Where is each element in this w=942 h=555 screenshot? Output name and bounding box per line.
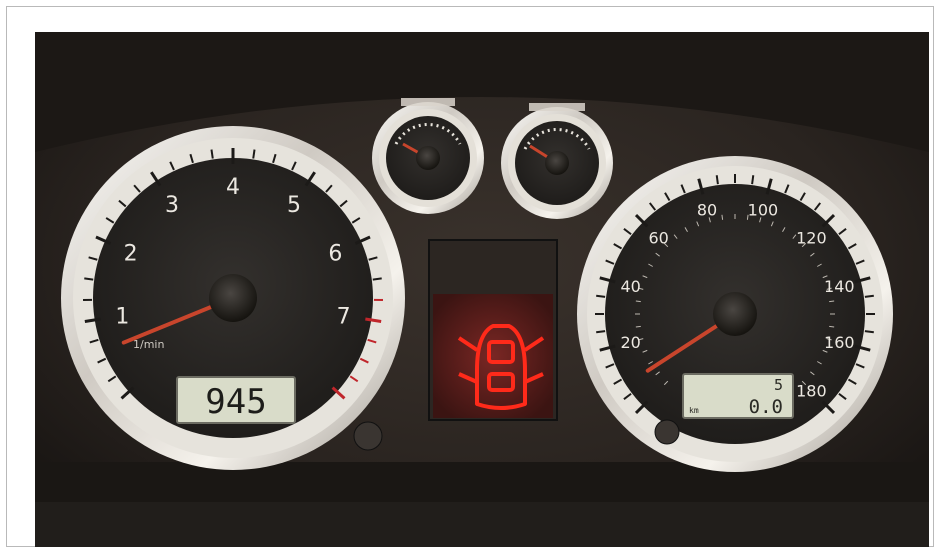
tachometer-tick [252, 149, 256, 159]
tachometer: 1 2 3 4 5 6 7 1/min 945 [61, 126, 405, 470]
tachometer-scale-label: 4 [226, 175, 240, 200]
speedometer-hub [713, 292, 757, 336]
image-frame: 1 2 3 4 5 6 7 1/min 945 20 40 60 80 100 120 14… [6, 6, 934, 547]
tachometer-scale-label: 5 [287, 193, 301, 218]
tachometer-tick [210, 149, 214, 159]
clock-adjust-knob[interactable] [654, 419, 680, 445]
speedometer-scale-label: 100 [748, 201, 779, 220]
speedometer-scale-label: 40 [621, 277, 641, 296]
tachometer-scale-label: 3 [165, 193, 179, 218]
speedometer: 20 40 60 80 100 120 140 160 180 5 0.0 km [577, 156, 893, 472]
warning-display-screen [433, 294, 553, 418]
tachometer-scale-label: 1 [115, 305, 129, 330]
tachometer-tick [372, 277, 382, 281]
speedometer-tick [596, 330, 606, 334]
tachometer-scale-label: 2 [124, 241, 138, 266]
tachometer-tick [84, 277, 94, 281]
speedometer-scale-label: 120 [796, 229, 827, 248]
tachometer-scale-label: 7 [337, 305, 351, 330]
tachometer-hub [209, 274, 257, 322]
speedometer-tick [864, 294, 874, 298]
speedometer-scale-label: 20 [621, 333, 641, 352]
odometer-top-value: 5 [774, 376, 783, 394]
speedometer-scale-label: 140 [824, 277, 855, 296]
warning-display [428, 239, 558, 421]
speedometer-scale-label: 80 [697, 201, 717, 220]
odometer-bottom-value: 0.0 [749, 396, 783, 418]
tachometer-scale-label: 6 [328, 241, 342, 266]
speedometer-scale-label: 60 [648, 229, 668, 248]
tachometer-unit-label: 1/min [133, 338, 164, 351]
speedometer-tick [715, 175, 719, 185]
trip-reset-knob[interactable] [353, 421, 383, 451]
instrument-cluster: 1 2 3 4 5 6 7 1/min 945 20406080 1001201401601… [35, 32, 929, 547]
dashboard-photo: 1 2 3 4 5 6 7 1/min 945 20 40 60 80 100 120 14… [35, 32, 929, 547]
speedometer-tick [751, 175, 755, 185]
speedometer-tick [596, 294, 606, 298]
clock-display-text: 945 [205, 382, 266, 422]
speedometer-scale-label: 180 [796, 381, 827, 400]
speedometer-tick [864, 330, 874, 334]
odometer-unit: km [689, 406, 699, 415]
speedometer-scale-label: 160 [824, 333, 855, 352]
